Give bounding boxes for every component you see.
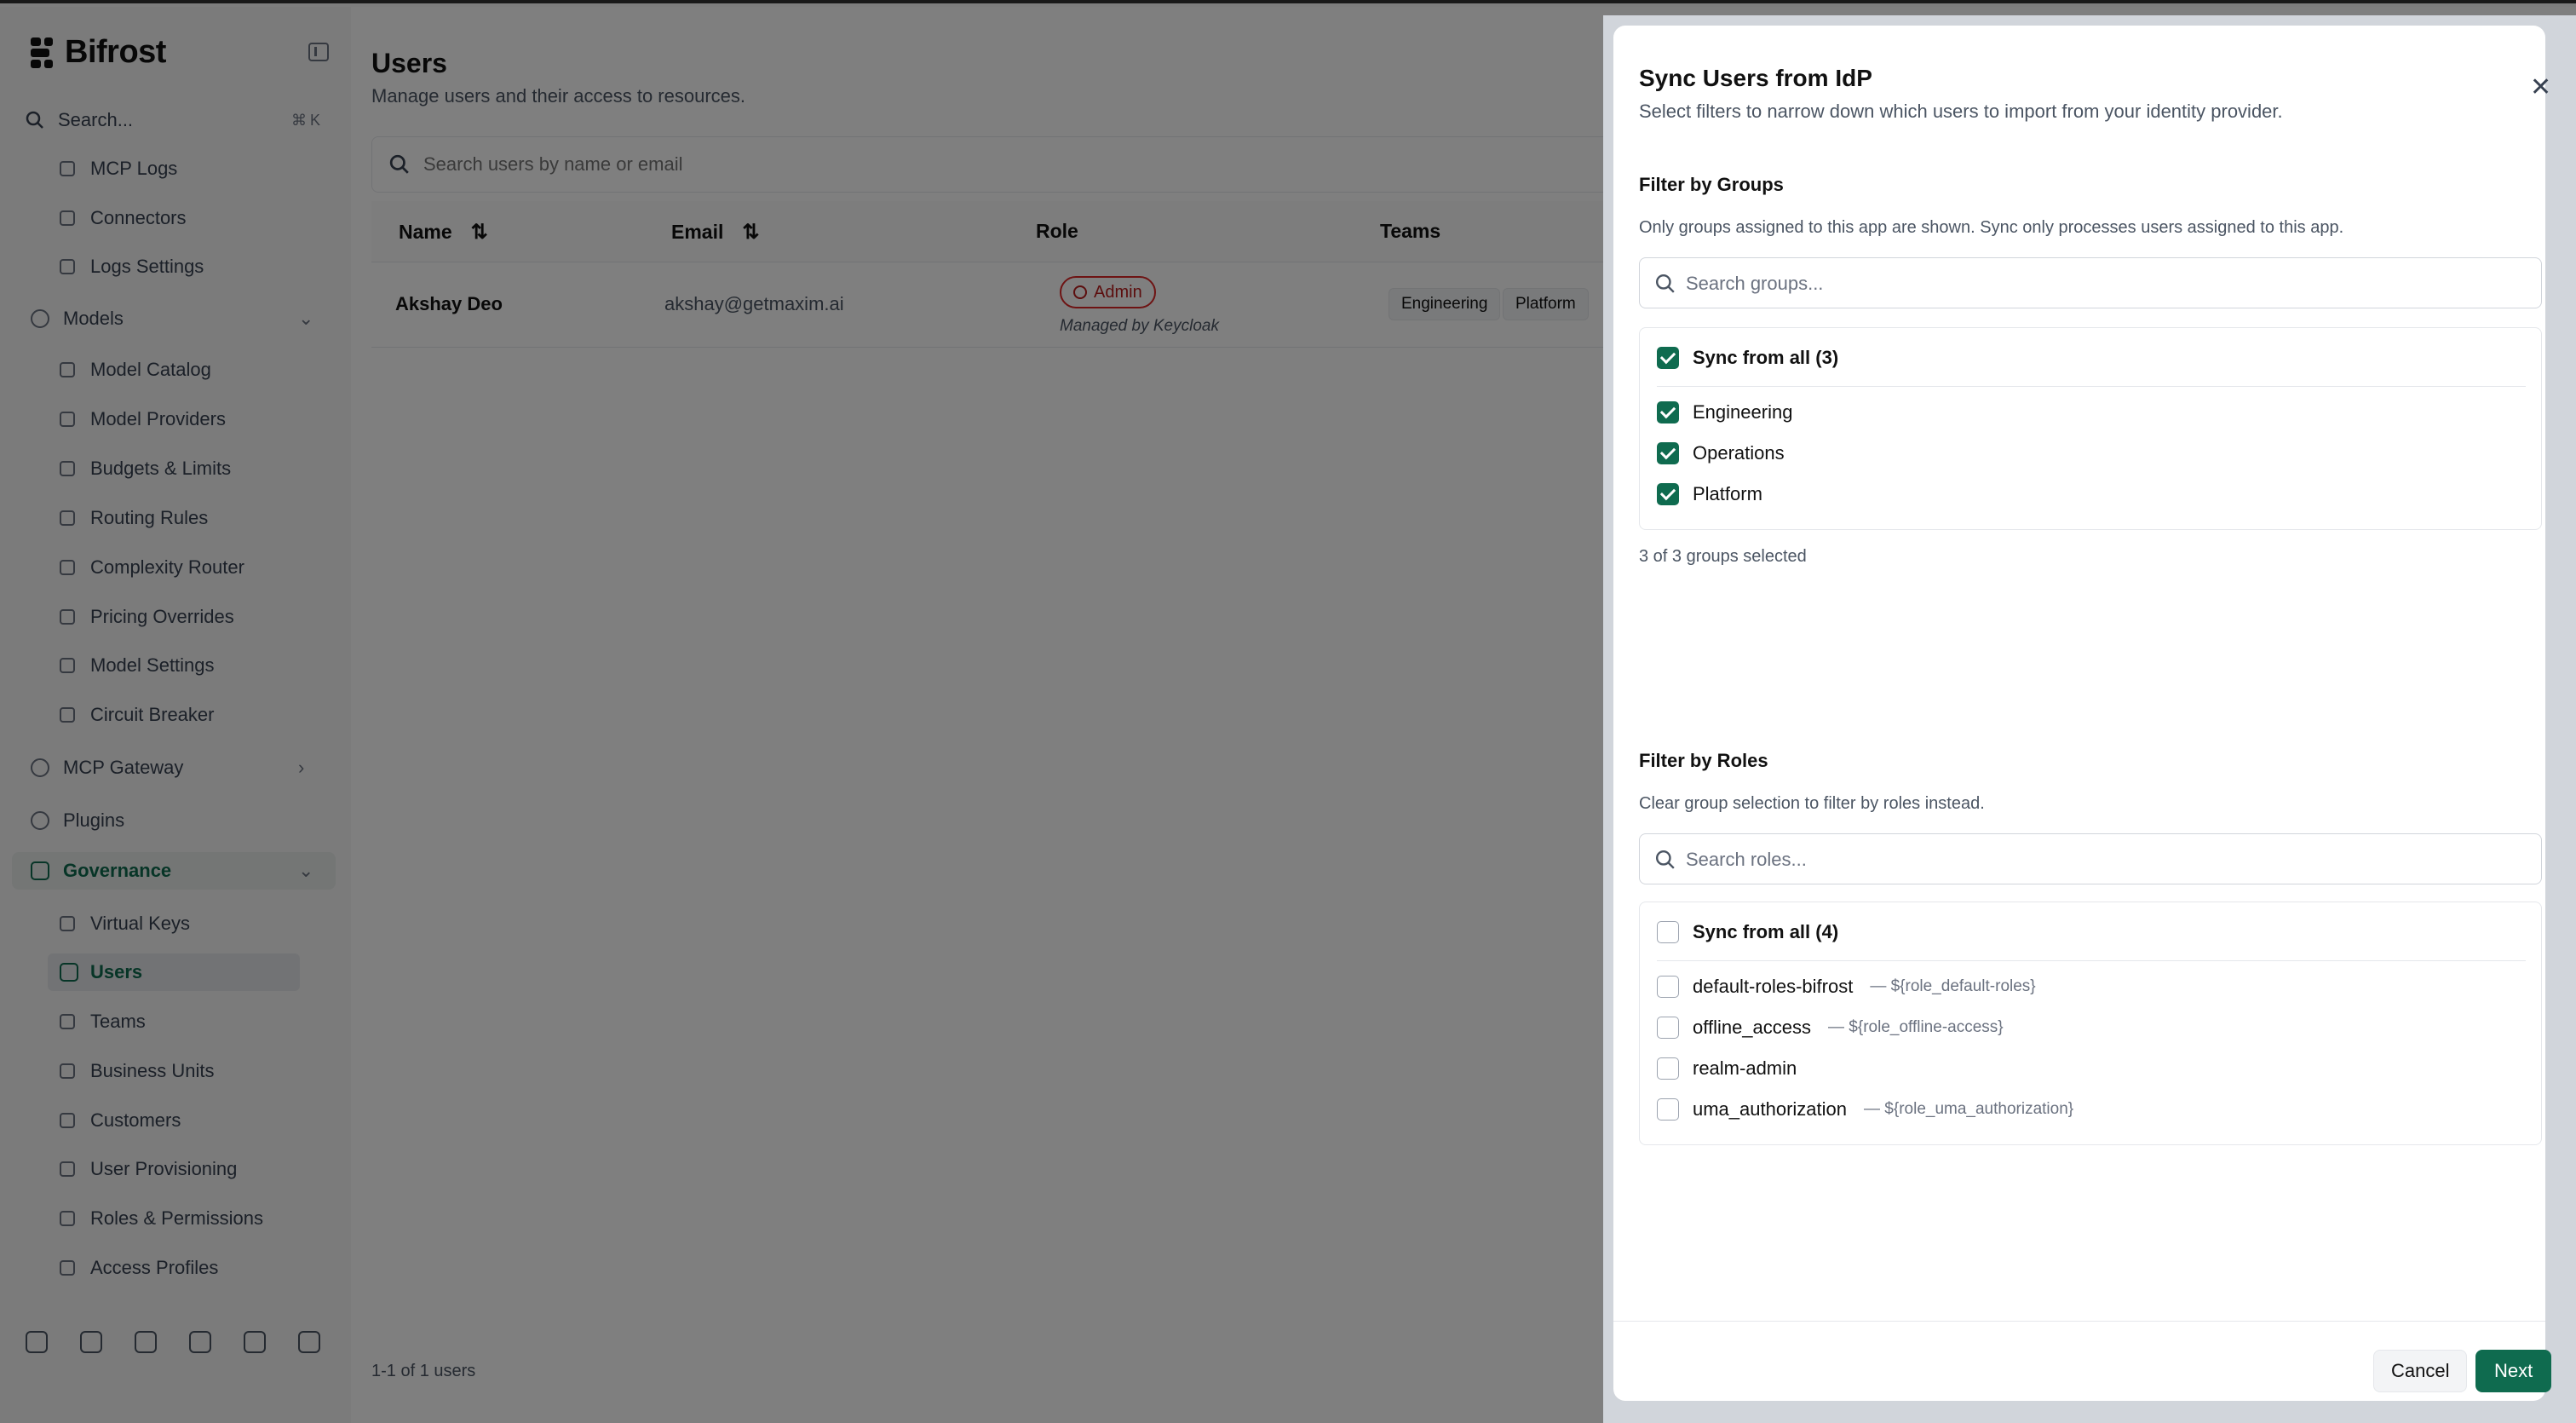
roles-section-description: Clear group selection to filter by roles… <box>1639 794 1985 813</box>
cancel-button[interactable]: Cancel <box>2373 1350 2468 1392</box>
dialog-footer-divider <box>1613 1321 2545 1322</box>
divider <box>1657 386 2526 387</box>
checkbox-checked[interactable] <box>1657 483 1679 505</box>
group-item-operations[interactable]: Operations <box>1657 441 1785 466</box>
groups-section-description: Only groups assigned to this app are sho… <box>1639 218 2344 237</box>
checkbox-unchecked[interactable] <box>1657 976 1679 998</box>
divider <box>1657 960 2526 961</box>
group-item-engineering[interactable]: Engineering <box>1657 400 1792 425</box>
roles-search-input[interactable] <box>1686 844 2521 875</box>
groups-search[interactable] <box>1639 257 2542 308</box>
groups-list: Sync from all (3) Engineering Operations… <box>1639 327 2542 530</box>
roles-search[interactable] <box>1639 833 2542 884</box>
search-icon <box>1655 850 1675 869</box>
search-icon <box>1655 274 1675 293</box>
role-item-offline-access[interactable]: offline_access — ${role_offline-access} <box>1657 1015 2004 1040</box>
checkbox-unchecked[interactable] <box>1657 1017 1679 1039</box>
next-button[interactable]: Next <box>2475 1350 2552 1392</box>
role-item-uma-authorization[interactable]: uma_authorization — ${role_uma_authorizat… <box>1657 1097 2073 1122</box>
roles-list: Sync from all (4) default-roles-bifrost —… <box>1639 902 2542 1145</box>
checkbox-unchecked[interactable] <box>1657 921 1679 943</box>
roles-sync-all[interactable]: Sync from all (4) <box>1657 919 1838 945</box>
group-item-platform[interactable]: Platform <box>1657 481 1762 507</box>
role-item-default-roles-bifrost[interactable]: default-roles-bifrost — ${role_default-ro… <box>1657 974 2036 1000</box>
close-icon[interactable]: ✕ <box>2530 75 2551 101</box>
groups-search-input[interactable] <box>1686 268 2521 299</box>
dialog-title: Sync Users from IdP <box>1639 65 1872 91</box>
checkbox-unchecked[interactable] <box>1657 1057 1679 1080</box>
checkbox-checked[interactable] <box>1657 347 1679 369</box>
groups-section-title: Filter by Groups <box>1639 174 1784 195</box>
role-item-realm-admin[interactable]: realm-admin <box>1657 1056 1797 1081</box>
groups-sync-all[interactable]: Sync from all (3) <box>1657 345 1838 371</box>
dialog-description: Select filters to narrow down which user… <box>1639 101 2283 122</box>
groups-selected-count: 3 of 3 groups selected <box>1639 547 1807 566</box>
roles-section-title: Filter by Roles <box>1639 750 1768 771</box>
checkbox-checked[interactable] <box>1657 401 1679 423</box>
checkbox-checked[interactable] <box>1657 442 1679 464</box>
checkbox-unchecked[interactable] <box>1657 1098 1679 1121</box>
sync-users-dialog: Sync Users from IdP Select filters to na… <box>1613 26 2552 1401</box>
